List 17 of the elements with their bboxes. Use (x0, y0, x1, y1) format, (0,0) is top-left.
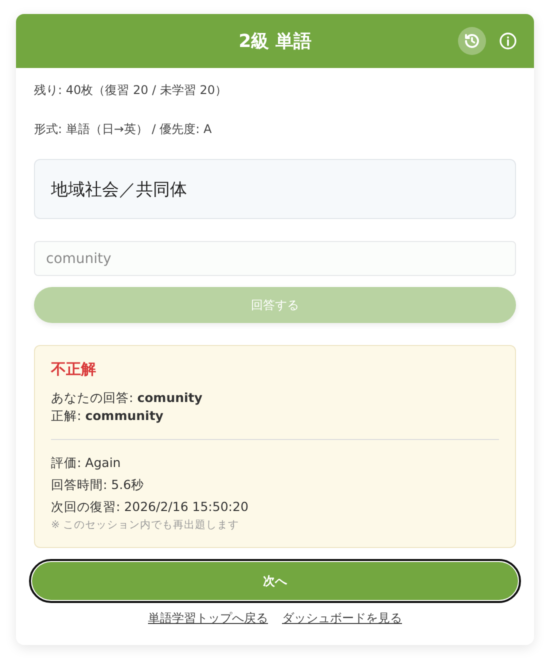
nav-link[interactable]: ダッシュボードを見る (282, 610, 402, 627)
detail-text: 回答時間: 5.6秒 (51, 476, 146, 494)
result-title: 不正解 (51, 360, 97, 379)
info-icon (498, 31, 518, 51)
note-text: ※ このセッション内でも再出題します (51, 518, 240, 533)
answer-text: あなたの回答: comunity (51, 389, 204, 407)
info-text: 形式: 単語（日→英） / 優先度: A (34, 121, 213, 138)
next-button[interactable]: 次へ (32, 562, 518, 600)
detail-text: 次回の復習: 2026/2/16 15:50:20 (51, 498, 250, 516)
prompt-text: 地域社会／共同体 (51, 178, 187, 200)
history-icon (463, 32, 481, 50)
info-text: 残り: 40枚（復習 20 / 未学習 20） (34, 82, 228, 99)
nav-link[interactable]: 単語学習トップへ戻る (148, 610, 268, 627)
history-button[interactable] (458, 27, 486, 55)
detail-text: 評価: Again (51, 454, 122, 472)
page-title: 2級 単語 (238, 30, 312, 53)
answer-text: 正解: community (51, 407, 164, 425)
